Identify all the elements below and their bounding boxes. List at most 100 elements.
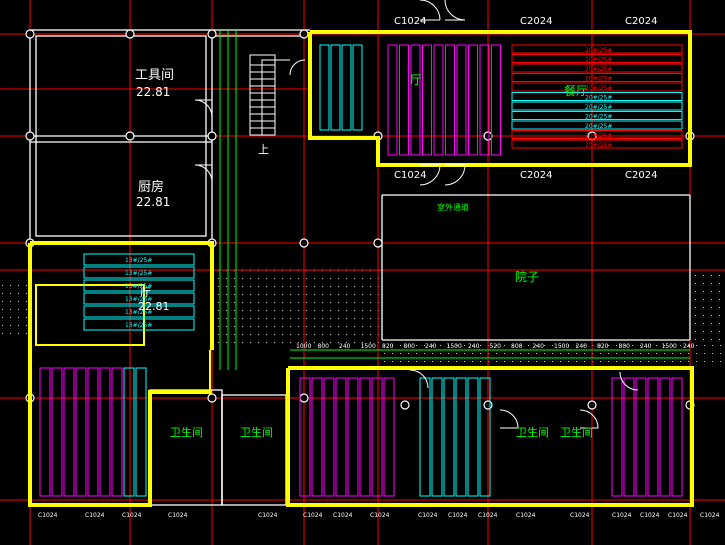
axis-label: C1024 [570,512,590,519]
hatch-dot [330,318,331,319]
hatch-dot [370,278,371,279]
bottom-rack [611,377,623,497]
hatch-dot [719,315,720,316]
hatch-dot [688,361,689,362]
bottom-rack [311,377,323,497]
column-marker [299,393,309,403]
hatch-dot [250,342,251,343]
toilet-label-4: 卫生间 [560,425,593,439]
hatch-dot [704,353,705,354]
hatch-dot [448,353,449,354]
hatch-dot [322,326,323,327]
hatch-dot [424,353,425,354]
hatch-dot [282,318,283,319]
hatch-dot [234,334,235,335]
hatch-dot [616,361,617,362]
hatch-dot [552,345,553,346]
bottom-rack [623,377,635,497]
rack-label: 13#/25# [125,283,152,290]
hatch-dot [711,283,712,284]
dimension-label: 1500 [554,343,569,350]
hatch-dot [18,333,19,334]
bottom-rack [111,367,123,497]
hatch-dot [695,331,696,332]
hatch-dot [298,302,299,303]
hatch-dot [720,361,721,362]
hatch-dot [266,334,267,335]
bottom-rack [87,367,99,497]
hatch-dot [648,361,649,362]
hatch-dot [330,342,331,343]
hatch-dot [464,361,465,362]
hatch-dot [680,361,681,362]
hatch-dot [274,294,275,295]
hatch-dot [338,278,339,279]
hatch-dot [306,302,307,303]
hall-rack-magenta [456,44,467,156]
hatch-dot [719,331,720,332]
bottom-axis-labels: C1024 C1024 C1024 C1024 C1024 C1024 C1024 C1024… [38,512,720,519]
hatch-dot [576,361,577,362]
hatch-dot [290,294,291,295]
hatch-dot [719,323,720,324]
rack-label: 20#/25# [585,85,612,92]
hatch-dot [290,286,291,287]
bottom-rack [443,377,455,497]
hatch-dot [266,302,267,303]
hatch-dot [226,278,227,279]
hatch-dot [18,285,19,286]
hatch-dot [544,353,545,354]
hatch-dot [26,333,27,334]
hatch-dot [226,318,227,319]
hatch-dot [346,334,347,335]
hatch-dot [298,334,299,335]
hatch-dot [496,353,497,354]
hatch-dot [703,291,704,292]
hatch-dot [664,361,665,362]
hatch-dot [290,342,291,343]
axis-label: C1024 [303,512,323,519]
column-marker [400,400,410,410]
hatch-dot [576,353,577,354]
hatch-dot [234,278,235,279]
axis-label: C1024 [85,512,105,519]
hatch-dot [330,278,331,279]
hall-rack-magenta [433,44,444,156]
hatch-dot [568,361,569,362]
dimension-label: 800 [511,343,523,350]
rack-label: 20#/25# [585,133,612,140]
cad-floor-plan: 工具间 22.81 厨房 22.81 厅 餐厅 院子 室外通道 厅 22.81 … [0,0,725,545]
hatch-dot [218,326,219,327]
axis-label: C1024 [168,512,188,519]
hatch-dot [290,278,291,279]
hatch-dot [400,345,401,346]
hatch-dot [616,345,617,346]
hatch-dot [346,278,347,279]
hatch-dot [472,361,473,362]
hatch-dot [322,318,323,319]
hatch-dot [282,278,283,279]
hatch-dot [242,310,243,311]
dimension-label: 1500 [361,343,376,350]
column-marker [587,400,597,410]
rack-label: 20#/25# [585,57,612,64]
hatch-dot [544,345,545,346]
hatch-dot [624,353,625,354]
rack-label: 13#/25# [125,309,152,316]
window-label-top-2: C2024 [520,16,552,27]
hatch-dot [711,331,712,332]
axis-label: C1024 [38,512,58,519]
hatch-dot [226,334,227,335]
hatch-dot [703,299,704,300]
hatch-dot [464,345,465,346]
hatch-dot [258,278,259,279]
hatch-dot [314,318,315,319]
hatch-dot [274,326,275,327]
hatch-dot [10,309,11,310]
hatch-dot [282,334,283,335]
hatch-dot [282,310,283,311]
hatch-dot [354,278,355,279]
hatch-dot [250,302,251,303]
hatch-dot [384,361,385,362]
bottom-rack [371,377,383,497]
